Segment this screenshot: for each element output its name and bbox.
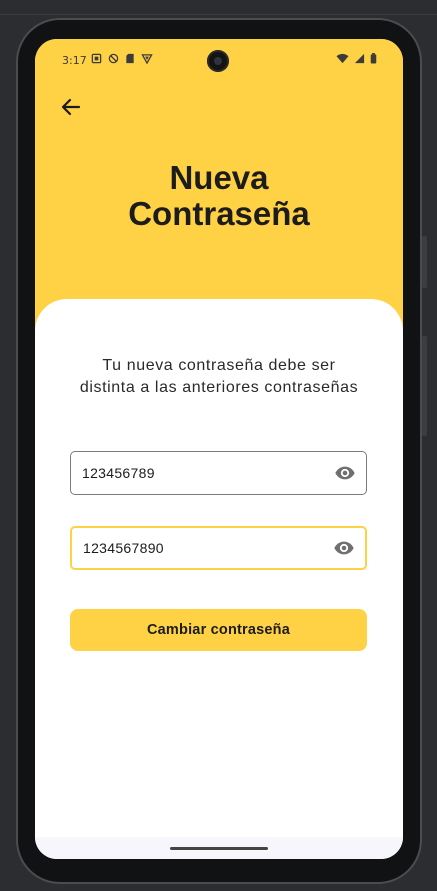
wifi-icon: [336, 53, 349, 64]
volume-button: [422, 236, 427, 288]
window-top-bar: [0, 0, 437, 15]
back-button[interactable]: [55, 91, 87, 123]
page-title: Nueva Contraseña: [35, 160, 403, 232]
eye-icon[interactable]: [334, 462, 356, 484]
front-camera: [207, 50, 229, 72]
shield-icon: [141, 54, 153, 64]
screenshot-icon: [91, 53, 102, 64]
new-password-input[interactable]: [80, 464, 314, 482]
battery-icon: [370, 53, 377, 64]
confirm-password-field[interactable]: [70, 526, 367, 570]
notification-icons: [91, 53, 153, 64]
new-password-field[interactable]: [70, 451, 367, 495]
signal-icon: [354, 53, 365, 64]
page-title-line-1: Nueva: [169, 159, 269, 196]
confirm-password-input[interactable]: [81, 539, 315, 557]
sd-card-icon: [126, 53, 134, 64]
form-subtitle: Tu nueva contraseña debe ser distinta a …: [79, 357, 359, 396]
no-disturb-icon: [108, 53, 119, 64]
eye-icon[interactable]: [333, 537, 355, 559]
change-password-button[interactable]: Cambiar contraseña: [70, 609, 367, 651]
header-area: 3:17 Nueva Contraseña: [35, 39, 403, 339]
status-time: 3:17: [62, 54, 87, 67]
system-icons: [336, 53, 377, 64]
gesture-nav-bar: [35, 837, 403, 859]
page-title-line-2: Contraseña: [128, 195, 310, 232]
app-screen: 3:17 Nueva Contraseña Tu nueva contraseñ…: [35, 39, 403, 859]
status-bar: 3:17: [35, 39, 403, 83]
arrow-left-icon: [61, 98, 81, 116]
home-indicator[interactable]: [170, 847, 268, 850]
power-button: [422, 336, 427, 436]
